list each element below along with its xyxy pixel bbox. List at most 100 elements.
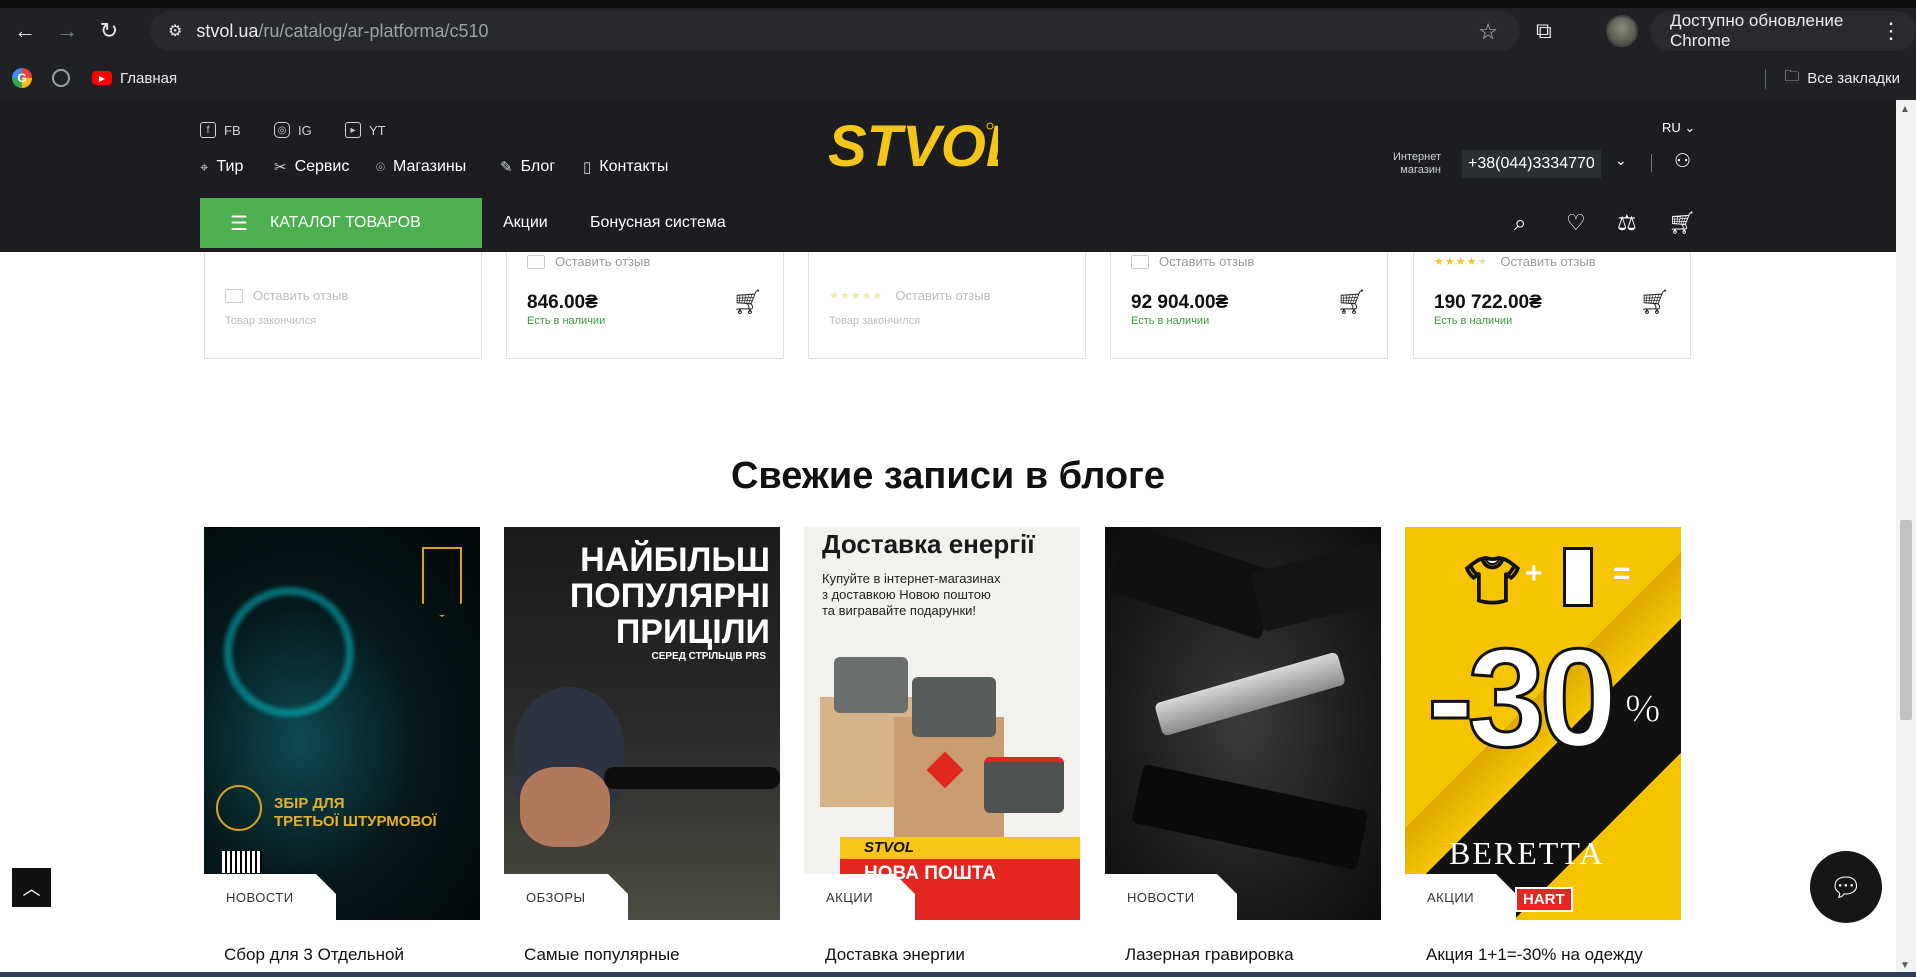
tab-strip bbox=[0, 0, 1916, 8]
google-bookmark[interactable]: G bbox=[12, 68, 32, 88]
lang-label: RU bbox=[1662, 120, 1681, 135]
heart-icon[interactable]: ♡ bbox=[1566, 210, 1586, 236]
blog-tag[interactable]: АКЦИИ bbox=[804, 874, 916, 920]
nav-blog[interactable]: ✎ Блог bbox=[500, 158, 555, 176]
forward-icon[interactable]: → bbox=[46, 10, 88, 52]
online-store-label: Интернет магазин bbox=[1393, 151, 1441, 177]
bookmark-youtube[interactable]: ▶ Главная bbox=[92, 70, 177, 87]
chrome-update-button[interactable]: Доступно обновление Chrome bbox=[1650, 11, 1916, 51]
add-to-cart-icon[interactable]: 🛒︎ bbox=[733, 288, 763, 317]
phone-number[interactable]: +38(044)3334770 bbox=[1462, 150, 1601, 178]
review-link[interactable]: Оставить отзыв bbox=[527, 254, 650, 269]
address-bar[interactable]: ⚙ stvol.ua/ru/catalog/ar-platforma/c510 … bbox=[150, 11, 1520, 51]
comment-icon bbox=[1131, 254, 1149, 269]
target-icon: ⌖ bbox=[200, 158, 209, 176]
nav-stores[interactable]: ⌾ Магазины bbox=[376, 158, 466, 176]
tools-icon: ✂ bbox=[274, 159, 287, 176]
scroll-up-arrow-icon[interactable]: ▲ bbox=[1900, 104, 1910, 115]
shop-label-line: магазин bbox=[1400, 164, 1441, 176]
nav-label: Контакты bbox=[599, 158, 669, 175]
menu-bonus-system[interactable]: Бонусная система bbox=[590, 214, 726, 232]
site-info-icon[interactable]: ⚙ bbox=[168, 21, 182, 41]
blog-section-title: Свежие записи в блоге bbox=[730, 455, 1166, 497]
bookmark-star-icon[interactable]: ☆ bbox=[1478, 19, 1498, 45]
product-card[interactable]: Оставить отзыв 846.00₴ Есть в наличии 🛒︎ bbox=[506, 252, 784, 359]
menu-kebab-icon[interactable]: ⋮ bbox=[1880, 18, 1902, 44]
scrollbar-thumb[interactable] bbox=[1900, 520, 1912, 720]
review-link[interactable]: Оставить отзыв bbox=[1131, 254, 1254, 269]
blog-post-title[interactable]: Акция 1+1=-30% на одежду bbox=[1426, 945, 1643, 965]
scroll-down-arrow-icon[interactable]: ▼ bbox=[1900, 960, 1910, 971]
product-card[interactable]: ★★★★★ Оставить отзыв 190 722.00₴ Есть в н… bbox=[1413, 252, 1691, 359]
blog-post-card[interactable]: НОВОСТИ bbox=[1105, 527, 1381, 920]
product-card[interactable]: Оставить отзыв Товар закончился bbox=[204, 252, 482, 359]
catalog-button[interactable]: ☰ КАТАЛОГ ТОВАРОВ bbox=[200, 198, 482, 248]
scroll-to-top-button[interactable]: ︿ bbox=[12, 868, 51, 907]
poster-text: HART bbox=[1515, 887, 1573, 912]
pants-icon bbox=[1563, 547, 1593, 607]
nav-label: Магазины bbox=[393, 158, 467, 175]
review-link[interactable]: Оставить отзыв bbox=[225, 288, 348, 303]
social-label: FB bbox=[224, 122, 241, 138]
stock-status: Есть в наличии bbox=[1434, 315, 1513, 327]
extensions-icon[interactable]: ⧉ bbox=[1536, 18, 1552, 44]
blog-post-title[interactable]: Самые популярные bbox=[524, 945, 680, 965]
add-to-cart-icon[interactable]: 🛒︎ bbox=[1640, 288, 1670, 317]
add-to-cart-icon[interactable]: 🛒︎ bbox=[1337, 288, 1367, 317]
nav-label: Тир bbox=[216, 158, 244, 175]
blog-post-title[interactable]: Лазерная гравировка bbox=[1125, 945, 1294, 965]
chevron-down-icon[interactable]: ⌄ bbox=[1615, 152, 1627, 169]
blog-tag[interactable]: НОВОСТИ bbox=[1105, 874, 1237, 920]
pistol-shape bbox=[1131, 763, 1369, 871]
blog-post-card[interactable]: ЗБІР ДЛЯ ТРЕТЬОЇ ШТУРМОВОЇ НОВОСТИ bbox=[204, 527, 480, 920]
blog-tag[interactable]: ОБЗОРЫ bbox=[504, 874, 627, 920]
globe-bookmark[interactable] bbox=[52, 69, 70, 87]
stvol-logo[interactable]: STVOL bbox=[828, 114, 998, 184]
cart-icon[interactable]: 🛒︎ bbox=[1668, 210, 1696, 236]
product-price: 92 904.00₴ bbox=[1131, 292, 1229, 313]
nav-contacts[interactable]: ▯ Контакты bbox=[583, 158, 668, 176]
stock-status: Есть в наличии bbox=[1131, 315, 1210, 327]
review-label: Оставить отзыв bbox=[1159, 254, 1255, 269]
brigade-emblem bbox=[422, 547, 462, 617]
all-bookmarks-label: Все закладки bbox=[1807, 70, 1900, 87]
compare-icon[interactable]: ⚖ bbox=[1617, 210, 1637, 236]
user-icon[interactable]: ⚇ bbox=[1674, 150, 1691, 173]
poster-text: з доставкою Новою поштою bbox=[822, 587, 991, 602]
location-pin-icon: ⌾ bbox=[376, 158, 386, 176]
chat-button[interactable]: 💬︎ bbox=[1810, 851, 1882, 923]
blog-post-title[interactable]: Доставка энергии bbox=[825, 945, 965, 965]
review-label: Оставить отзыв bbox=[1500, 254, 1596, 269]
comment-icon bbox=[225, 288, 243, 303]
bookmark-label: Главная bbox=[120, 69, 178, 87]
back-icon[interactable]: ← bbox=[4, 10, 46, 52]
youtube-icon: ▸ bbox=[345, 122, 361, 138]
blog-tag[interactable]: АКЦИИ bbox=[1405, 874, 1517, 920]
review-link[interactable]: ★★★★★ Оставить отзыв bbox=[1434, 254, 1596, 269]
product-card[interactable]: ★★★★★ Оставить отзыв Товар закончился bbox=[808, 252, 1086, 359]
blog-tag[interactable]: НОВОСТИ bbox=[204, 874, 336, 920]
poster-text: СЕРЕД СТРІЛЬЦІВ PRS bbox=[651, 651, 766, 662]
blog-post-title[interactable]: Сбор для 3 Отдельной bbox=[224, 945, 404, 965]
social-ig[interactable]: ◎ IG bbox=[274, 122, 312, 138]
product-card[interactable]: Оставить отзыв 92 904.00₴ Есть в наличии… bbox=[1110, 252, 1388, 359]
menu-promotions[interactable]: Акции bbox=[503, 214, 548, 232]
poster-text: Доставка енергії bbox=[822, 529, 1035, 559]
blog-post-card[interactable]: Доставка енергії Купуйте в інтернет-мага… bbox=[804, 527, 1080, 920]
profile-avatar[interactable] bbox=[1606, 15, 1638, 47]
social-yt[interactable]: ▸ YT bbox=[345, 122, 386, 138]
multitool-shape bbox=[1153, 651, 1347, 737]
poster-text: STVOL bbox=[864, 839, 915, 856]
blog-post-card[interactable]: НАЙБІЛЬШ ПОПУЛЯРНІ ПРИЦІЛИ СЕРЕД СТРІЛЬЦ… bbox=[504, 527, 780, 920]
social-fb[interactable]: f FB bbox=[200, 122, 241, 138]
nav-tir[interactable]: ⌖ Тир bbox=[200, 158, 243, 176]
search-icon[interactable]: ⌕ bbox=[1514, 210, 1526, 236]
reload-icon[interactable]: ↻ bbox=[88, 10, 130, 52]
all-bookmarks-button[interactable]: 🗀 Все закладки bbox=[1765, 66, 1900, 91]
blog-post-card[interactable]: 👕︎ + = -30 % BERETTA HART АКЦИИ bbox=[1405, 527, 1681, 920]
nav-label: Сервис bbox=[294, 158, 350, 175]
review-link[interactable]: ★★★★★ Оставить отзыв bbox=[829, 288, 991, 303]
pistol-shape bbox=[1249, 542, 1381, 632]
nav-service[interactable]: ✂ Сервис bbox=[274, 158, 349, 176]
language-selector[interactable]: RU ⌄ bbox=[1662, 120, 1695, 136]
